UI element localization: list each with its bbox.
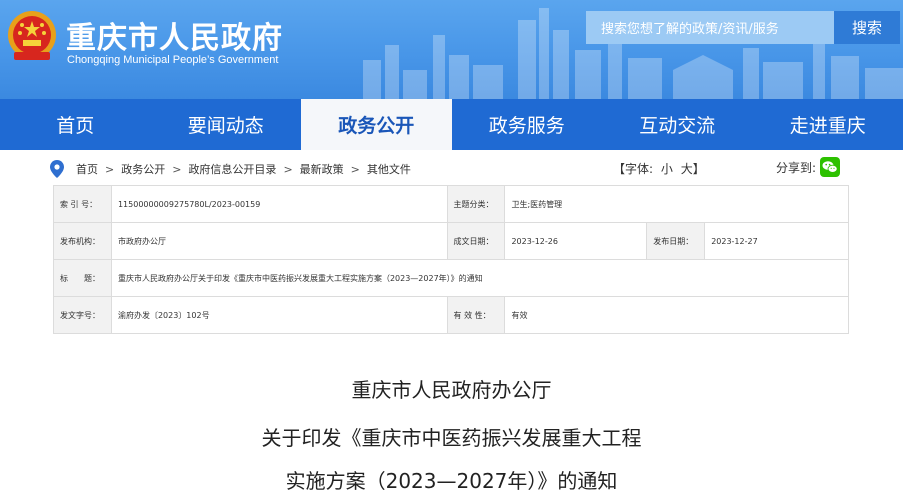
index-value: 11500000009275780L/2023-00159 bbox=[110, 185, 448, 223]
doc-number-label: 发文字号： bbox=[53, 296, 112, 334]
nav-news[interactable]: 要闻动态 bbox=[151, 99, 302, 150]
doc-number-value: 渝府办发〔2023〕102号 bbox=[110, 296, 448, 334]
nav-about-chongqing[interactable]: 走进重庆 bbox=[753, 99, 903, 150]
published-date-label: 发布日期： bbox=[646, 222, 706, 260]
table-row: 索 引 号： 11500000009275780L/2023-00159 主题分… bbox=[53, 185, 849, 223]
search-input[interactable]: 搜索您想了解的政策/资讯/服务 bbox=[586, 11, 834, 44]
national-emblem-logo bbox=[8, 11, 56, 60]
breadcrumb-separator: > bbox=[105, 162, 115, 176]
title-label: 标 题： bbox=[53, 259, 112, 297]
document-info-table: 索 引 号： 11500000009275780L/2023-00159 主题分… bbox=[53, 185, 850, 334]
title-value: 重庆市人民政府办公厅关于印发《重庆市中医药振兴发展重大工程实施方案（2023—2… bbox=[110, 259, 850, 297]
nav-home[interactable]: 首页 bbox=[0, 99, 151, 150]
site-header: 重庆市人民政府 Chongqing Municipal People’s Gov… bbox=[0, 0, 903, 99]
font-small-button[interactable]: 小 bbox=[661, 162, 673, 176]
document-title-line-2: 关于印发《重庆市中医药振兴发展重大工程 bbox=[261, 426, 642, 450]
document-title-line-3: 实施方案（2023—2027年）》的通知 bbox=[285, 469, 618, 493]
breadcrumb-separator: > bbox=[172, 162, 182, 176]
nav-interaction[interactable]: 互动交流 bbox=[602, 99, 753, 150]
table-row: 发文字号： 渝府办发〔2023〕102号 有 效 性： 有效 bbox=[53, 296, 849, 334]
breadcrumb-separator: > bbox=[283, 162, 293, 176]
wechat-icon[interactable] bbox=[820, 157, 841, 177]
font-size-control: 【字体: 小 大】 bbox=[613, 160, 705, 177]
location-pin-icon bbox=[50, 160, 64, 178]
issuer-label: 发布机构： bbox=[53, 222, 112, 260]
validity-value: 有效 bbox=[504, 296, 849, 334]
main-nav: 首页 要闻动态 政务公开 政务服务 互动交流 走进重庆 bbox=[0, 99, 903, 150]
breadcrumb-other-files[interactable]: 其他文件 bbox=[367, 161, 411, 177]
breadcrumb-latest-policy[interactable]: 最新政策 bbox=[300, 161, 344, 177]
validity-label: 有 效 性： bbox=[446, 296, 506, 334]
index-label: 索 引 号： bbox=[53, 185, 112, 223]
created-date-value: 2023-12-26 bbox=[504, 222, 648, 260]
breadcrumb-gov-open[interactable]: 政务公开 bbox=[121, 161, 165, 177]
published-date-value: 2023-12-27 bbox=[704, 222, 849, 260]
font-large-button[interactable]: 大 bbox=[681, 162, 693, 176]
breadcrumb-separator: > bbox=[350, 162, 360, 176]
document-title-line-1: 重庆市人民政府办公厅 bbox=[351, 378, 552, 402]
breadcrumb: 首页 > 政务公开 > 政府信息公开目录 > 最新政策 > 其他文件 bbox=[50, 159, 411, 179]
breadcrumb-catalog[interactable]: 政府信息公开目录 bbox=[188, 161, 276, 177]
site-title[interactable]: 重庆市人民政府 bbox=[66, 13, 283, 57]
font-size-label: 【字体: bbox=[613, 162, 654, 176]
share-bar: 分享到: bbox=[776, 157, 841, 177]
topic-value: 卫生;医药管理 bbox=[504, 185, 849, 223]
issuer-value: 市政府办公厅 bbox=[110, 222, 448, 260]
share-label: 分享到: bbox=[776, 160, 817, 175]
created-date-label: 成文日期： bbox=[446, 222, 506, 260]
font-size-bracket: 】 bbox=[692, 162, 705, 176]
table-row: 发布机构： 市政府办公厅 成文日期： 2023-12-26 发布日期： 2023… bbox=[53, 222, 849, 260]
breadcrumb-home[interactable]: 首页 bbox=[76, 161, 98, 177]
topic-label: 主题分类： bbox=[446, 185, 506, 223]
site-subtitle: Chongqing Municipal People’s Government bbox=[67, 54, 279, 66]
table-row: 标 题： 重庆市人民政府办公厅关于印发《重庆市中医药振兴发展重大工程实施方案（2… bbox=[53, 259, 850, 297]
nav-gov-affairs-open[interactable]: 政务公开 bbox=[301, 99, 452, 150]
nav-gov-services[interactable]: 政务服务 bbox=[452, 99, 603, 150]
search-button[interactable]: 搜索 bbox=[834, 11, 900, 44]
